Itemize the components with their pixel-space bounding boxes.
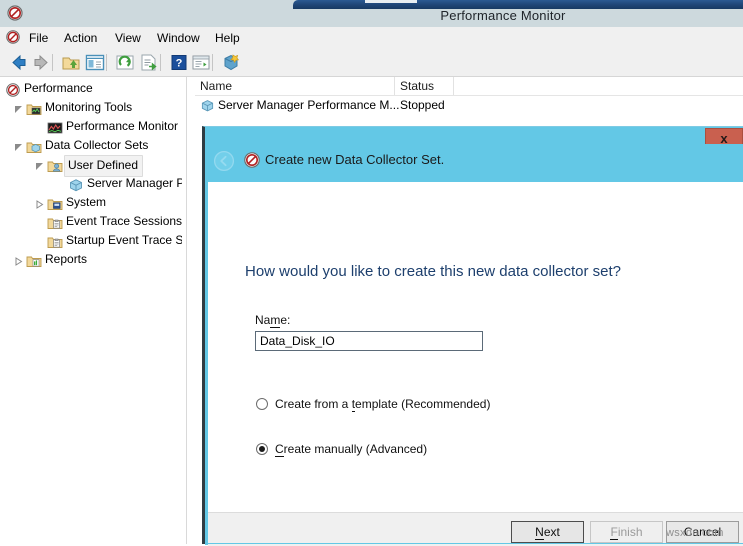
radio-label-pre: Create from a <box>275 397 352 411</box>
console-tree-pane[interactable]: Performance Monitoring Tools <box>0 77 183 544</box>
mmc-console-icon <box>6 4 24 22</box>
name-field-label: Name: <box>255 313 290 327</box>
radio-button-icon[interactable] <box>256 398 268 410</box>
window-titlebar: Performance Monitor <box>0 0 743 27</box>
mmc-console-icon <box>5 82 21 98</box>
toolbar-separator <box>52 54 53 71</box>
name-label-accel: m <box>270 313 280 328</box>
row-cell-name: Server Manager Performance M... <box>218 97 399 114</box>
tree-node-label: Server Manager Per <box>87 174 183 193</box>
dialog-footer: Next Finish Cancel <box>208 512 743 546</box>
tree-node-label: Performance Monitor <box>66 117 178 136</box>
mmc-console-icon <box>5 29 21 45</box>
radio-label-post: emplate (Recommended) <box>355 397 490 411</box>
menu-bar: File Action View Window Help <box>0 27 743 49</box>
help-question-icon[interactable]: ? <box>168 52 190 73</box>
table-row[interactable]: Server Manager Performance M... Stopped <box>195 96 743 115</box>
trace-clipboard-icon <box>47 215 63 231</box>
menu-view[interactable]: View <box>110 30 146 46</box>
folder-collector-icon <box>26 139 42 155</box>
create-data-collector-set-dialog: x Create new Data Collector Set. How wou… <box>202 126 743 544</box>
collector-box-icon <box>200 98 215 113</box>
radio-label: Create from a template (Recommended) <box>275 397 490 411</box>
list-column-headers: Name Status <box>195 77 743 96</box>
dialog-titlebar[interactable] <box>205 127 743 144</box>
new-item-icon[interactable] <box>220 52 242 73</box>
folder-monitor-icon <box>26 101 42 117</box>
folder-system-icon <box>47 196 63 212</box>
splitter-line <box>186 77 187 544</box>
watermark: wsxdn.com <box>666 527 724 539</box>
tree-node-label: Data Collector Sets <box>45 136 148 155</box>
tree-node-label: Reports <box>45 250 87 269</box>
tree-node-label: Performance <box>24 79 93 98</box>
window-title: Performance Monitor <box>293 8 713 23</box>
mmc-console-icon <box>243 151 261 169</box>
dialog-header-title: Create new Data Collector Set. <box>265 152 444 167</box>
folder-reports-icon <box>26 253 42 269</box>
back-circle-icon[interactable] <box>213 150 235 172</box>
column-header-name[interactable]: Name <box>195 77 395 95</box>
next-button-label: ext <box>544 525 560 539</box>
console-tree-icon[interactable] <box>84 52 106 73</box>
menu-window[interactable]: Window <box>152 30 205 46</box>
svg-text:?: ? <box>176 58 183 70</box>
refresh-icon[interactable] <box>114 52 136 73</box>
chevron-right-icon[interactable] <box>13 251 24 270</box>
finish-button: Finish <box>590 521 663 543</box>
properties-panel-icon[interactable] <box>190 52 212 73</box>
menu-action[interactable]: Action <box>59 30 102 46</box>
name-input[interactable] <box>255 331 483 351</box>
column-header-status[interactable]: Status <box>395 77 454 95</box>
tree-node-label: System <box>66 193 106 212</box>
menu-help[interactable]: Help <box>210 30 245 46</box>
chevron-down-icon[interactable] <box>34 156 45 175</box>
radio-label-accel: C <box>275 442 284 457</box>
toolbar: ? <box>0 48 743 77</box>
row-cell-status: Stopped <box>400 97 445 114</box>
finish-button-label: inish <box>618 525 643 539</box>
dialog-header: Create new Data Collector Set. <box>205 144 743 182</box>
tree-node-label: Startup Event Trace Ses <box>66 231 183 250</box>
toolbar-separator <box>160 54 161 71</box>
chevron-down-icon[interactable] <box>13 137 24 156</box>
back-button[interactable] <box>8 52 30 73</box>
folder-up-icon[interactable] <box>60 52 82 73</box>
radio-button-icon[interactable] <box>256 443 268 455</box>
next-button[interactable]: Next <box>511 521 584 543</box>
radio-label-post: reate manually (Advanced) <box>284 442 427 456</box>
next-button-accel: N <box>535 525 544 540</box>
export-list-icon[interactable] <box>138 52 160 73</box>
dialog-question: How would you like to create this new da… <box>245 263 621 280</box>
chevron-down-icon[interactable] <box>13 99 24 118</box>
toolbar-separator <box>106 54 107 71</box>
folder-user-icon <box>47 158 63 174</box>
finish-button-accel: F <box>610 525 617 540</box>
name-label-post: e: <box>280 313 290 327</box>
dialog-body: How would you like to create this new da… <box>208 182 743 512</box>
performance-monitor-window: Performance Monitor File Action View Win… <box>0 0 743 544</box>
radio-label: Create manually (Advanced) <box>275 442 427 456</box>
name-label-pre: Na <box>255 313 270 327</box>
perf-chart-icon <box>47 120 63 136</box>
menu-file[interactable]: File <box>24 30 53 46</box>
forward-button[interactable] <box>30 52 52 73</box>
tree-node-label: Event Trace Sessions <box>66 212 182 231</box>
chevron-right-icon[interactable] <box>34 194 45 213</box>
toolbar-separator <box>212 54 213 71</box>
tree-node-label: Monitoring Tools <box>45 98 132 117</box>
collector-box-icon <box>68 177 84 193</box>
trace-clipboard-icon <box>47 234 63 250</box>
pane-splitter[interactable] <box>182 77 195 544</box>
